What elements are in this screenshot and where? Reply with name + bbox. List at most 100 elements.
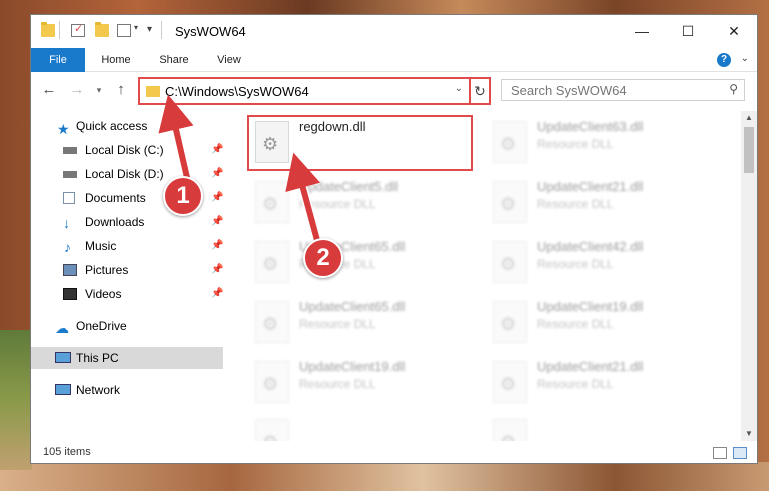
file-item[interactable]: UpdateClient21.dll Resource DLL	[467, 173, 697, 227]
status-bar: 105 items	[31, 443, 757, 463]
navigation-pane: ★ Quick access Local Disk (C:) 📌 Local D…	[31, 111, 225, 441]
file-name: UpdateClient19.dll	[537, 299, 644, 314]
window-title: SysWOW64	[175, 24, 246, 39]
view-options-icon[interactable]	[117, 24, 131, 37]
pin-icon[interactable]: 📌	[211, 211, 223, 233]
file-item[interactable]: UpdateClient19.dll Resource DLL	[229, 353, 459, 407]
step-2-badge: 2	[303, 238, 343, 278]
file-list: regdown.dll UpdateClient63.dll Resource …	[227, 111, 741, 441]
sidebar-item-label: Downloads	[85, 215, 145, 229]
file-name: UpdateClient42.dll	[537, 239, 644, 254]
file-name: UpdateClient65.dll	[299, 299, 406, 314]
help-icon[interactable]: ?	[717, 53, 731, 67]
file-type: Resource DLL	[537, 377, 614, 391]
minimize-button[interactable]: —	[619, 15, 665, 47]
file-name: UpdateClient21.dll	[537, 179, 644, 194]
recent-locations-button[interactable]: ▾	[89, 80, 109, 100]
file-type: Resource DLL	[299, 317, 376, 331]
properties-icon[interactable]: ✓	[71, 23, 85, 37]
file-item[interactable]: UpdateClient5.dll Resource DLL	[229, 173, 459, 227]
music-icon: ♪	[64, 239, 71, 255]
sidebar-item-pictures[interactable]: Pictures 📌	[31, 259, 223, 281]
folder-icon	[41, 22, 55, 37]
tab-share[interactable]: Share	[151, 48, 197, 72]
pin-icon[interactable]: 📌	[211, 259, 223, 281]
dll-file-icon	[493, 301, 527, 343]
pictures-icon	[63, 264, 77, 276]
desktop-background-foliage	[0, 330, 32, 470]
navigation-bar: ← → ▾ ↑ C:\Windows\SysWOW64 ⌄ ↻ ⚲	[31, 73, 757, 107]
sidebar-item-quick-access[interactable]: ★ Quick access	[31, 115, 223, 137]
customize-toolbar-icon[interactable]: ▾	[147, 24, 152, 35]
sidebar-item-downloads[interactable]: ↓ Downloads 📌	[31, 211, 223, 233]
file-name: UpdateClient63.dll	[537, 119, 644, 134]
up-button[interactable]: ↑	[111, 80, 131, 100]
pin-icon[interactable]: 📌	[211, 283, 223, 305]
sidebar-item-onedrive[interactable]: ☁ OneDrive	[31, 315, 223, 337]
tab-view[interactable]: View	[207, 48, 251, 72]
new-folder-icon[interactable]	[95, 22, 109, 37]
drive-icon	[63, 147, 77, 154]
pin-icon[interactable]: 📌	[211, 139, 223, 161]
forward-button[interactable]: →	[67, 80, 87, 100]
selection-highlight	[247, 115, 473, 171]
large-icons-view-icon[interactable]	[733, 447, 747, 459]
expand-ribbon-icon[interactable]: ⌄	[741, 53, 749, 64]
address-path[interactable]: C:\Windows\SysWOW64	[165, 84, 309, 99]
sidebar-item-music[interactable]: ♪ Music 📌	[31, 235, 223, 257]
scroll-down-icon[interactable]: ▼	[741, 427, 757, 441]
title-bar: ✓ ▾ ▾ SysWOW64 — ☐ ✕	[31, 15, 757, 48]
file-item[interactable]: UpdateClient65.dll Resource DLL	[229, 233, 459, 287]
file-name: UpdateClient19.dll	[299, 359, 406, 374]
tab-file[interactable]: File	[31, 48, 85, 72]
file-item[interactable]: UpdateClient19.dll Resource DLL	[467, 293, 697, 347]
chevron-down-icon[interactable]: ▾	[134, 23, 138, 32]
scroll-thumb[interactable]	[744, 127, 754, 173]
pin-icon[interactable]: 📌	[211, 235, 223, 257]
file-item[interactable]: UpdateClient21.dll Resource DLL	[467, 353, 697, 407]
sidebar-item-videos[interactable]: Videos 📌	[31, 283, 223, 305]
step-1-badge: 1	[163, 176, 203, 216]
refresh-button[interactable]: ↻	[469, 77, 491, 105]
star-icon: ★	[57, 121, 70, 137]
sidebar-item-label: OneDrive	[76, 319, 127, 333]
sidebar-item-label: This PC	[76, 351, 119, 365]
search-input[interactable]	[502, 80, 722, 100]
dll-file-icon	[255, 361, 289, 403]
cloud-icon: ☁	[55, 320, 69, 336]
pin-icon[interactable]: 📌	[211, 187, 223, 209]
sidebar-item-local-disk-c[interactable]: Local Disk (C:) 📌	[31, 139, 223, 161]
sidebar-item-network[interactable]: Network	[31, 379, 223, 401]
scroll-up-icon[interactable]: ▲	[741, 111, 757, 125]
file-type: Resource DLL	[537, 137, 614, 151]
sidebar-item-this-pc[interactable]: This PC	[31, 347, 223, 369]
chevron-down-icon[interactable]: ⌄	[455, 83, 463, 94]
file-item[interactable]: UpdateClient42.dll Resource DLL	[467, 233, 697, 287]
search-box[interactable]: ⚲	[501, 79, 745, 101]
ribbon-tabs: File Home Share View ? ⌄	[31, 48, 757, 72]
vertical-scrollbar[interactable]: ▲ ▼	[741, 111, 757, 441]
details-view-icon[interactable]	[713, 447, 727, 459]
separator	[161, 21, 162, 39]
drive-icon	[63, 171, 77, 178]
sidebar-item-label: Local Disk (D:)	[85, 167, 164, 181]
back-button[interactable]: ←	[39, 80, 59, 100]
address-bar[interactable]: C:\Windows\SysWOW64 ⌄	[138, 77, 491, 105]
file-item[interactable]: UpdateClient63.dll Resource DLL	[467, 113, 697, 167]
explorer-window: ✓ ▾ ▾ SysWOW64 — ☐ ✕ File Home Share Vie…	[30, 14, 758, 464]
separator	[59, 21, 60, 39]
file-name: UpdateClient5.dll	[299, 179, 399, 194]
sidebar-item-label: Music	[85, 239, 117, 253]
maximize-button[interactable]: ☐	[665, 15, 711, 47]
dll-file-icon	[255, 181, 289, 223]
file-item-partial[interactable]	[467, 411, 697, 441]
file-item[interactable]: UpdateClient65.dll Resource DLL	[229, 293, 459, 347]
close-button[interactable]: ✕	[711, 15, 757, 47]
pin-icon[interactable]: 📌	[211, 163, 223, 185]
sidebar-item-label: Pictures	[85, 263, 129, 277]
file-type: Resource DLL	[537, 317, 614, 331]
file-type: Resource DLL	[299, 197, 376, 211]
file-item-partial[interactable]	[229, 411, 459, 441]
tab-home[interactable]: Home	[93, 48, 139, 72]
search-icon[interactable]: ⚲	[729, 82, 738, 96]
